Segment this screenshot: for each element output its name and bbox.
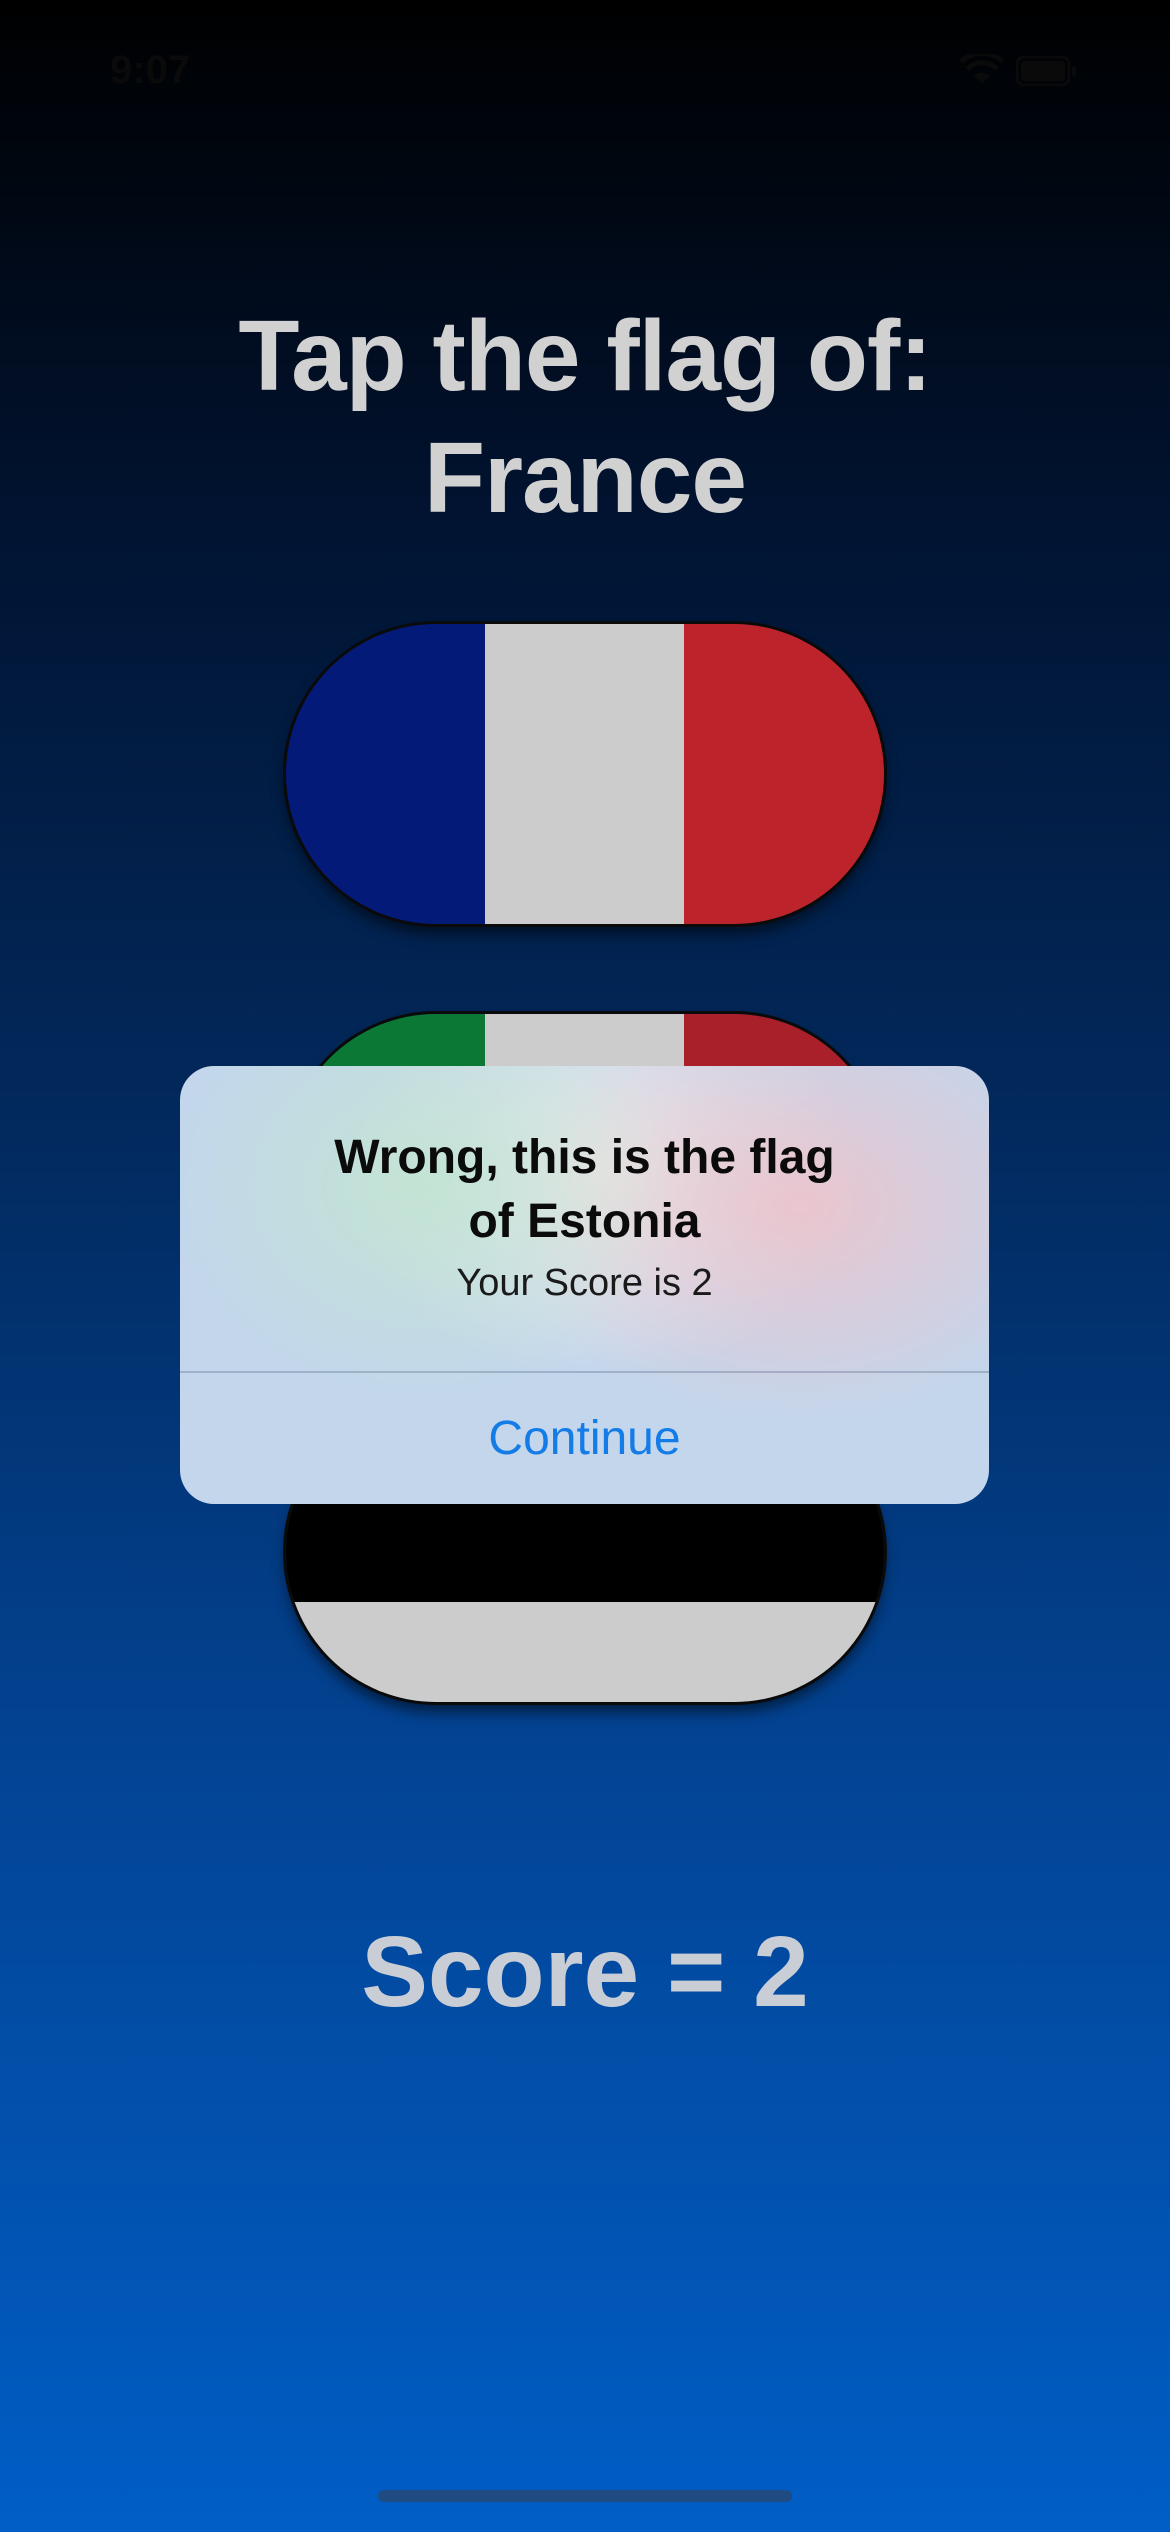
home-indicator[interactable] <box>378 2490 792 2502</box>
flag-stripe <box>286 1501 884 1603</box>
flag-stripe <box>485 624 685 924</box>
alert-title: Wrong, this is the flag of Estonia <box>220 1126 949 1254</box>
wifi-icon <box>960 54 1004 84</box>
alert-message: Your Score is 2 <box>456 1262 713 1304</box>
question-prompt: Tap the flag of: France <box>0 295 1170 539</box>
alert-title-line: Wrong, this is the flag <box>334 1131 835 1184</box>
continue-button[interactable]: Continue <box>180 1373 989 1504</box>
status-time: 9:07 <box>110 48 191 92</box>
alert-title-line: of Estonia <box>468 1195 701 1248</box>
status-icons <box>960 52 1080 88</box>
score-label: Score = 2 <box>361 1916 809 2028</box>
target-country: France <box>424 422 747 534</box>
flag-stripe <box>286 1601 884 1702</box>
prompt-line: Tap the flag of: <box>238 300 932 412</box>
battery-icon <box>1016 56 1076 86</box>
result-alert: Wrong, this is the flag of Estonia Your … <box>180 1066 989 1504</box>
flag-stripe <box>286 624 486 924</box>
flag-button-france[interactable] <box>286 624 884 924</box>
flag-stripe <box>684 624 884 924</box>
status-bar: 9:07 <box>0 0 1170 140</box>
